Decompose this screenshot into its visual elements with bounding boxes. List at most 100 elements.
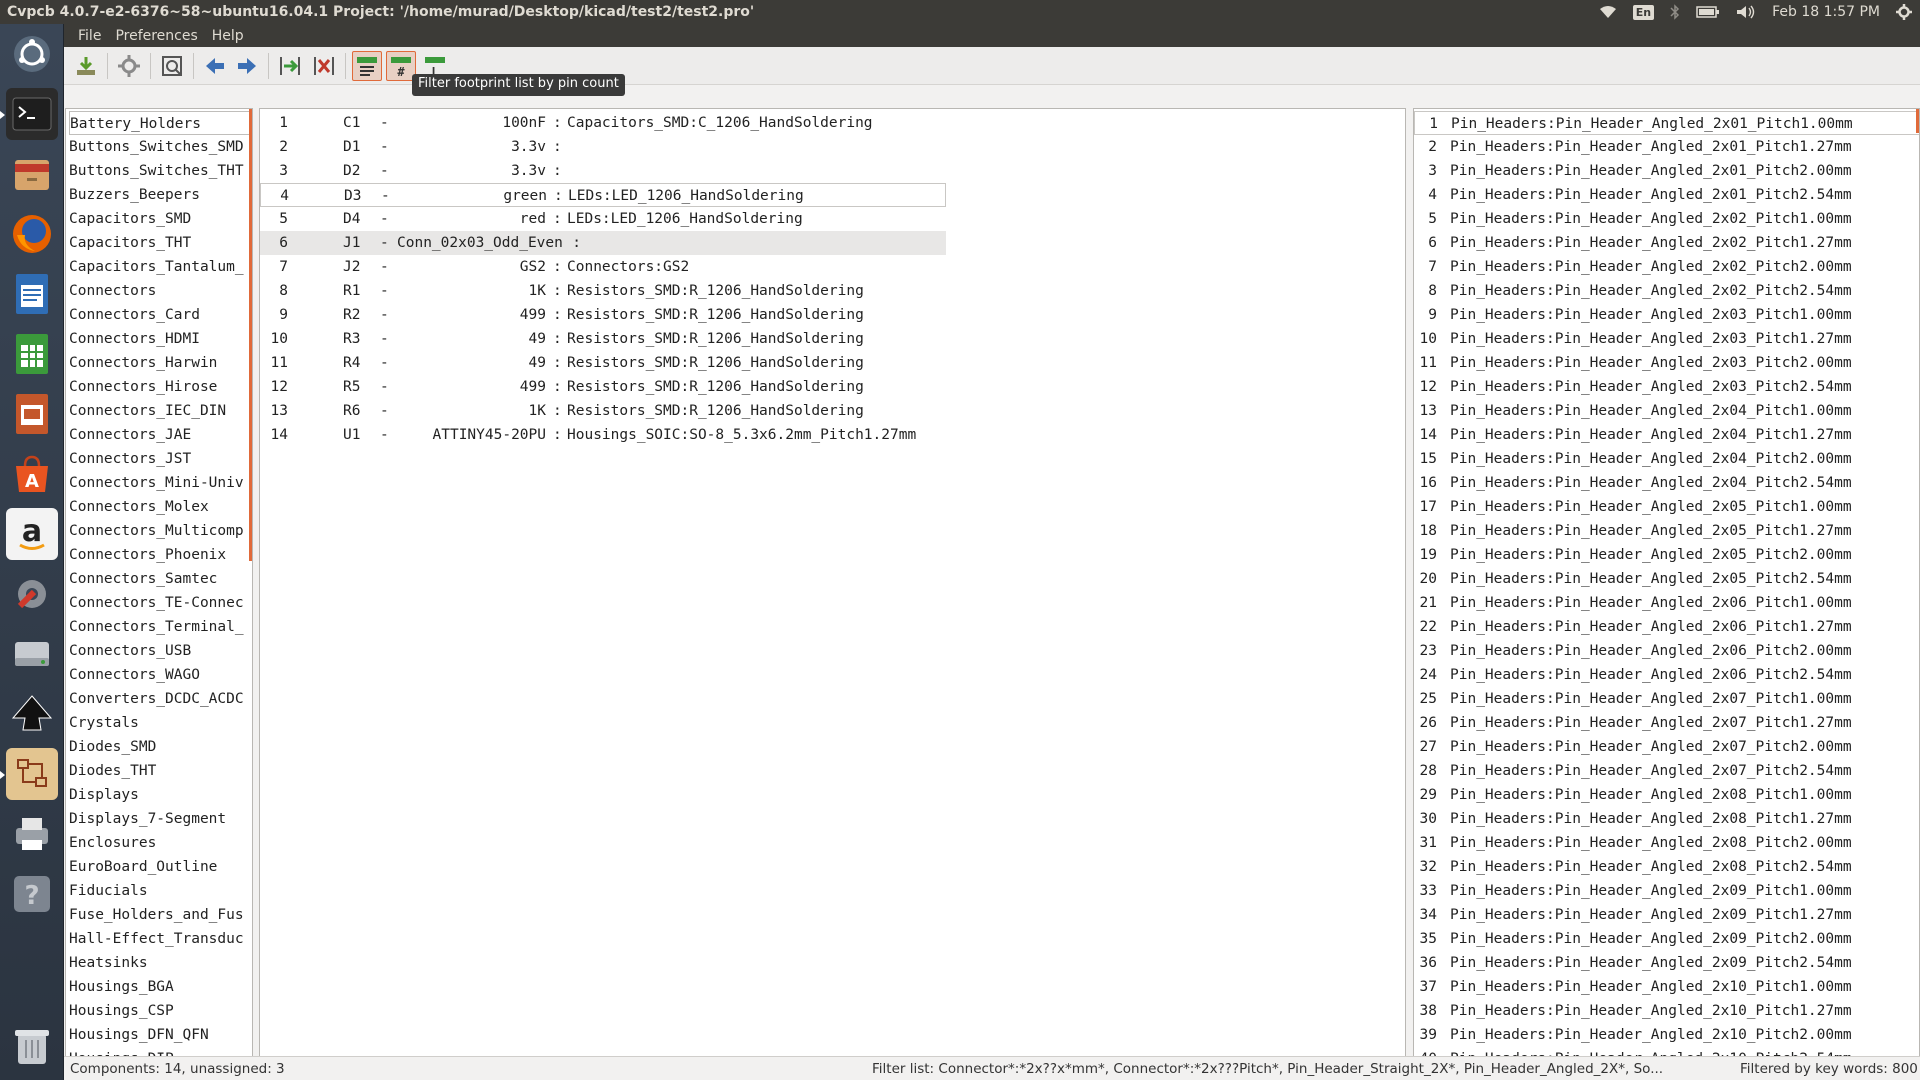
footprint-row[interactable]: 11 Pin_Headers:Pin_Header_Angled_2x03_Pit… [1414, 351, 1919, 375]
library-item[interactable]: Connectors_Molex [69, 495, 252, 519]
menu-help[interactable]: Help [206, 28, 250, 44]
trash-icon[interactable] [6, 1020, 58, 1072]
library-item[interactable]: Connectors_HDMI [69, 327, 252, 351]
component-row[interactable]: 11 R4-49: Resistors_SMD:R_1206_HandSolderi… [260, 351, 946, 375]
footprint-row[interactable]: 26 Pin_Headers:Pin_Header_Angled_2x07_Pit… [1414, 711, 1919, 735]
libraries-list[interactable]: Battery_Holders Buttons_Switches_SMD Butto… [65, 108, 253, 1080]
footprint-row[interactable]: 18 Pin_Headers:Pin_Header_Angled_2x05_Pit… [1414, 519, 1919, 543]
library-item[interactable]: Crystals [69, 711, 252, 735]
footprint-row[interactable]: 24 Pin_Headers:Pin_Header_Angled_2x06_Pit… [1414, 663, 1919, 687]
wifi-icon[interactable] [1591, 0, 1625, 24]
footprint-row[interactable]: 32 Pin_Headers:Pin_Header_Angled_2x08_Pit… [1414, 855, 1919, 879]
library-item[interactable]: Buttons_Switches_THT [69, 159, 252, 183]
component-row[interactable]: 4 D3- green: LEDs:LED_1206_HandSoldering [260, 183, 946, 207]
keyboard-layout-indicator[interactable]: En [1625, 0, 1662, 24]
footprint-row[interactable]: 7 Pin_Headers:Pin_Header_Angled_2x02_Pitc… [1414, 255, 1919, 279]
footprint-row[interactable]: 38 Pin_Headers:Pin_Header_Angled_2x10_Pit… [1414, 999, 1919, 1023]
library-item[interactable]: Capacitors_Tantalum_ [69, 255, 252, 279]
library-item[interactable]: EuroBoard_Outline [69, 855, 252, 879]
library-item[interactable]: Converters_DCDC_ACDC [69, 687, 252, 711]
library-item[interactable]: Connectors_TE-Connec [69, 591, 252, 615]
next-arrow-icon[interactable] [232, 51, 262, 81]
footprint-row[interactable]: 4 Pin_Headers:Pin_Header_Angled_2x01_Pitc… [1414, 183, 1919, 207]
system-settings-icon[interactable] [6, 568, 58, 620]
library-item[interactable]: Connectors_Multicomp [69, 519, 252, 543]
library-item[interactable]: Displays [69, 783, 252, 807]
footprint-row[interactable]: 23 Pin_Headers:Pin_Header_Angled_2x06_Pit… [1414, 639, 1919, 663]
library-item[interactable]: Connectors [69, 279, 252, 303]
component-row[interactable]: 10 R3-49: Resistors_SMD:R_1206_HandSolderi… [260, 327, 946, 351]
footprint-row[interactable]: 33 Pin_Headers:Pin_Header_Angled_2x09_Pit… [1414, 879, 1919, 903]
bluetooth-icon[interactable] [1662, 0, 1688, 24]
footprint-row[interactable]: 20 Pin_Headers:Pin_Header_Angled_2x05_Pit… [1414, 567, 1919, 591]
component-row[interactable]: 14 U1- ATTINY45-20PU: Housings_SOIC:SO-8_5.… [260, 423, 946, 447]
amazon-icon[interactable]: a [6, 508, 58, 560]
footprint-row[interactable]: 13 Pin_Headers:Pin_Header_Angled_2x04_Pit… [1414, 399, 1919, 423]
inkscape-icon[interactable] [6, 688, 58, 740]
footprint-row[interactable]: 16 Pin_Headers:Pin_Header_Angled_2x04_Pit… [1414, 471, 1919, 495]
preferences-gear-icon[interactable] [114, 51, 144, 81]
library-item[interactable]: Connectors_Samtec [69, 567, 252, 591]
printer-icon[interactable] [6, 808, 58, 860]
footprint-row[interactable]: 34 Pin_Headers:Pin_Header_Angled_2x09_Pit… [1414, 903, 1919, 927]
footprint-row[interactable]: 27 Pin_Headers:Pin_Header_Angled_2x07_Pit… [1414, 735, 1919, 759]
footprint-row[interactable]: 28 Pin_Headers:Pin_Header_Angled_2x07_Pit… [1414, 759, 1919, 783]
dash-home-icon[interactable] [6, 28, 58, 80]
footprint-row[interactable]: 31 Pin_Headers:Pin_Header_Angled_2x08_Pit… [1414, 831, 1919, 855]
footprint-row[interactable]: 25 Pin_Headers:Pin_Header_Angled_2x07_Pit… [1414, 687, 1919, 711]
library-item[interactable]: Capacitors_THT [69, 231, 252, 255]
library-item[interactable]: Diodes_SMD [69, 735, 252, 759]
library-item[interactable]: Housings_CSP [69, 999, 252, 1023]
component-row[interactable]: 1 C1-100nF: Capacitors_SMD:C_1206_HandSold… [260, 111, 946, 135]
libraries-vertical-scrollbar[interactable] [249, 109, 252, 561]
footprint-row[interactable]: 8 Pin_Headers:Pin_Header_Angled_2x02_Pitc… [1414, 279, 1919, 303]
component-row[interactable]: 6 J1 - Conn_02x03_Odd_Even: [260, 231, 946, 255]
menu-preferences[interactable]: Preferences [109, 28, 203, 44]
library-item[interactable]: Fuse_Holders_and_Fus [69, 903, 252, 927]
footprint-row[interactable]: 2 Pin_Headers:Pin_Header_Angled_2x01_Pitc… [1414, 135, 1919, 159]
footprint-row[interactable]: 9 Pin_Headers:Pin_Header_Angled_2x03_Pitc… [1414, 303, 1919, 327]
footprint-row[interactable]: 12 Pin_Headers:Pin_Header_Angled_2x03_Pit… [1414, 375, 1919, 399]
footprint-row[interactable]: 5 Pin_Headers:Pin_Header_Angled_2x02_Pitc… [1414, 207, 1919, 231]
library-item[interactable]: Connectors_Phoenix [69, 543, 252, 567]
footprint-row[interactable]: 15 Pin_Headers:Pin_Header_Angled_2x04_Pit… [1414, 447, 1919, 471]
library-item[interactable]: Connectors_USB [69, 639, 252, 663]
component-row[interactable]: 3 D2-3.3v: [260, 159, 946, 183]
impress-icon[interactable] [6, 388, 58, 440]
save-association-button[interactable] [71, 51, 101, 81]
library-item[interactable]: Connectors_WAGO [69, 663, 252, 687]
library-item[interactable]: Connectors_Mini-Univ [69, 471, 252, 495]
footprint-row[interactable]: 35 Pin_Headers:Pin_Header_Angled_2x09_Pit… [1414, 927, 1919, 951]
kicad-cvpcb-icon[interactable] [0, 748, 58, 800]
library-item[interactable]: Connectors_Terminal_ [69, 615, 252, 639]
library-item[interactable]: Heatsinks [69, 951, 252, 975]
previous-arrow-icon[interactable] [200, 51, 230, 81]
delete-associations-icon[interactable] [309, 51, 339, 81]
auto-associate-icon[interactable] [275, 51, 305, 81]
footprints-vertical-scrollbar[interactable] [1916, 109, 1919, 133]
view-footprint-icon[interactable] [157, 51, 187, 81]
component-row[interactable]: 2 D1-3.3v: [260, 135, 946, 159]
menu-file[interactable]: File [72, 28, 107, 44]
footprint-row[interactable]: 37 Pin_Headers:Pin_Header_Angled_2x10_Pit… [1414, 975, 1919, 999]
help-icon[interactable]: ? [6, 868, 58, 920]
library-item[interactable]: Hall-Effect_Transduc [69, 927, 252, 951]
volume-icon[interactable] [1728, 0, 1764, 24]
footprint-row[interactable]: 6 Pin_Headers:Pin_Header_Angled_2x02_Pitc… [1414, 231, 1919, 255]
library-item[interactable]: Housings_BGA [69, 975, 252, 999]
library-item[interactable]: Fiducials [69, 879, 252, 903]
file-manager-icon[interactable] [6, 148, 58, 200]
library-item[interactable]: Connectors_IEC_DIN [69, 399, 252, 423]
disk-icon[interactable] [6, 628, 58, 680]
writer-icon[interactable] [6, 268, 58, 320]
firefox-icon[interactable] [6, 208, 58, 260]
components-list[interactable]: 1 C1 - 100nF: Capacitors_SMD:C_1206_HandSold… [259, 108, 1406, 1080]
software-center-icon[interactable]: A [6, 448, 58, 500]
footprint-row[interactable]: 19 Pin_Headers:Pin_Header_Angled_2x05_Pit… [1414, 543, 1919, 567]
calc-icon[interactable] [6, 328, 58, 380]
library-item[interactable]: Buzzers_Beepers [69, 183, 252, 207]
component-row[interactable]: 8 R1-1K: Resistors_SMD:R_1206_HandSolderin… [260, 279, 946, 303]
library-item[interactable]: Connectors_JST [69, 447, 252, 471]
gear-icon[interactable] [1888, 0, 1920, 24]
footprint-row[interactable]: 21 Pin_Headers:Pin_Header_Angled_2x06_Pit… [1414, 591, 1919, 615]
